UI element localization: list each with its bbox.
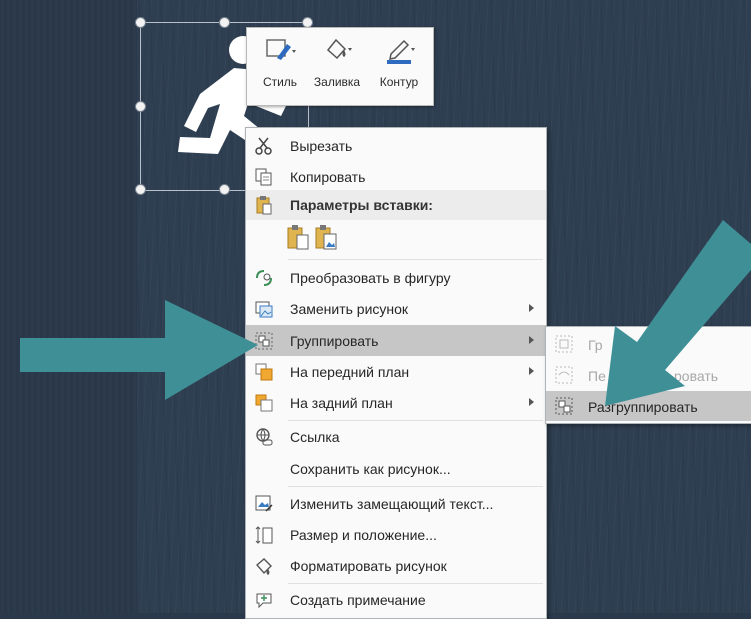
menu-label-send-backward: На задний план xyxy=(290,395,393,411)
menu-item-size-position[interactable]: Размер и положение... xyxy=(246,519,546,550)
menu-separator xyxy=(288,259,543,260)
resize-handle-top-left[interactable] xyxy=(135,17,146,28)
menu-item-convert-to-shape[interactable]: Преобразовать в фигуру xyxy=(246,262,546,293)
menu-separator xyxy=(288,486,543,487)
outline-button[interactable]: Контур xyxy=(369,28,429,105)
context-menu: Вырезать Копировать Параметры вставки: П… xyxy=(245,127,547,619)
convert-shape-icon xyxy=(256,270,272,286)
menu-label-change-picture: Заменить рисунок xyxy=(290,301,409,317)
menu-item-link[interactable]: Ссылка xyxy=(246,421,546,452)
ungroup-icon xyxy=(555,397,573,415)
alt-text-icon xyxy=(255,495,273,512)
menu-label-size-position: Размер и положение... xyxy=(290,527,437,543)
regroup-icon xyxy=(555,366,573,384)
menu-label-save-as-picture: Сохранить как рисунок... xyxy=(290,461,451,477)
copy-icon xyxy=(255,168,272,186)
outline-button-label: Контур xyxy=(379,75,419,89)
link-globe-icon xyxy=(256,428,273,446)
style-button[interactable]: Стиль xyxy=(253,28,307,105)
menu-item-format-picture[interactable]: Форматировать рисунок xyxy=(246,550,546,581)
size-position-icon xyxy=(255,526,273,544)
group-icon xyxy=(555,335,573,353)
paste-options-label: Параметры вставки: xyxy=(290,197,433,213)
fill-bucket-icon xyxy=(326,38,352,60)
menu-item-edit-alt-text[interactable]: Изменить замещающий текст... xyxy=(246,488,546,519)
menu-item-change-picture[interactable]: Заменить рисунок xyxy=(246,293,546,324)
shape-style-icon xyxy=(266,39,296,60)
resize-handle-top[interactable] xyxy=(219,17,230,28)
menu-item-bring-forward[interactable]: На передний план xyxy=(246,356,546,387)
menu-item-copy[interactable]: Копировать xyxy=(246,161,546,192)
menu-label-cut: Вырезать xyxy=(290,138,353,154)
menu-label-link: Ссылка xyxy=(290,429,340,445)
paste-options-header: Параметры вставки: xyxy=(246,190,546,220)
left-arrow-annotation xyxy=(20,300,258,400)
menu-item-send-backward[interactable]: На задний план xyxy=(246,387,546,418)
resize-handle-bottom[interactable] xyxy=(219,184,230,195)
outline-pen-icon xyxy=(387,39,415,64)
mini-toolbar: Стиль Заливка Контур xyxy=(246,27,434,106)
clipboard-icon xyxy=(256,196,272,215)
style-button-label: Стиль xyxy=(262,75,298,89)
scissors-icon xyxy=(255,137,272,155)
fill-button-label: Заливка xyxy=(313,75,361,89)
menu-label-new-comment: Создать примечание xyxy=(290,592,426,608)
resize-handle-bottom-left[interactable] xyxy=(135,184,146,195)
right-arrow-annotation xyxy=(605,220,751,406)
menu-item-new-comment[interactable]: Создать примечание xyxy=(246,584,546,615)
resize-handle-left[interactable] xyxy=(135,101,146,112)
submenu-arrow-icon xyxy=(529,398,534,406)
submenu-arrow-icon xyxy=(529,336,534,344)
paste-as-picture-icon[interactable] xyxy=(314,223,338,251)
fill-button[interactable]: Заливка xyxy=(307,28,367,105)
menu-label-convert-to-shape: Преобразовать в фигуру xyxy=(290,270,451,286)
menu-label-format-picture: Форматировать рисунок xyxy=(290,558,447,574)
menu-item-group[interactable]: Группировать xyxy=(246,325,546,356)
menu-item-cut[interactable]: Вырезать xyxy=(246,130,546,161)
menu-label-edit-alt-text: Изменить замещающий текст... xyxy=(290,496,494,512)
menu-label-copy: Копировать xyxy=(290,169,366,185)
submenu-arrow-icon xyxy=(529,367,534,375)
menu-label-group: Группировать xyxy=(290,333,379,349)
submenu-arrow-icon xyxy=(529,304,534,312)
menu-item-save-as-picture[interactable]: Сохранить как рисунок... xyxy=(246,453,546,484)
paste-keep-formatting-icon[interactable] xyxy=(286,223,310,251)
menu-label-bring-forward: На передний план xyxy=(290,364,410,380)
comment-icon xyxy=(256,593,272,609)
format-picture-icon xyxy=(256,558,272,575)
